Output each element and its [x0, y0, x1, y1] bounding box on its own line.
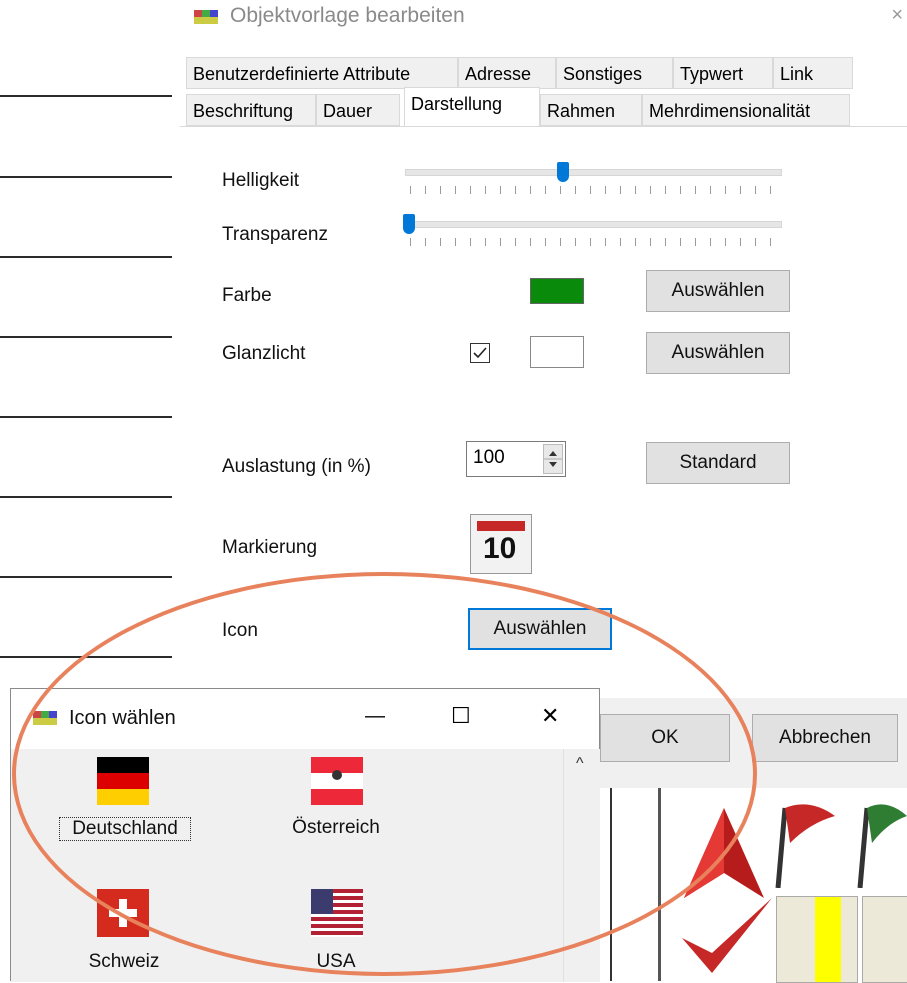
list-item-deutschland[interactable]: Deutschland: [59, 757, 191, 843]
flag-germany-icon: [97, 757, 149, 805]
calendar-day: 10: [483, 532, 517, 565]
list-row-divider: [0, 176, 172, 178]
helligkeit-label: Helligkeit: [222, 170, 300, 191]
list-item-label: Schweiz: [88, 951, 160, 972]
list-item-usa[interactable]: USA: [271, 889, 401, 975]
glanzlicht-select-button[interactable]: Auswählen: [646, 332, 790, 374]
auslastung-label: Auslastung (in %): [222, 456, 371, 477]
markierung-label: Markierung: [222, 537, 318, 558]
glanzlicht-checkbox[interactable]: [470, 343, 490, 363]
yellow-bar-icon: [776, 896, 858, 983]
icon-chooser-title: Icon wählen: [69, 707, 176, 729]
list-item-oesterreich[interactable]: Österreich: [271, 757, 401, 843]
tab-benutzerdefinierte-attribute[interactable]: Benutzerdefinierte Attribute: [186, 57, 458, 89]
list-item-label: Österreich: [292, 817, 380, 838]
app-icon: [194, 8, 220, 26]
area-divider: [658, 788, 661, 981]
list-row-divider: [0, 416, 172, 418]
tab-adresse[interactable]: Adresse: [458, 57, 556, 89]
list-row-divider: [0, 95, 172, 97]
auslastung-value[interactable]: 100: [473, 447, 505, 469]
tab-beschriftung[interactable]: Beschriftung: [186, 94, 316, 126]
flag-switzerland-icon: [97, 889, 149, 937]
maximize-button[interactable]: ☐: [451, 703, 471, 729]
dialog-title: Objektvorlage bearbeiten: [230, 4, 465, 27]
beige-bar-icon: [862, 896, 907, 983]
tab-typwert[interactable]: Typwert: [673, 57, 773, 89]
flag-usa-icon: [311, 889, 363, 937]
icon-select-button[interactable]: Auswählen: [468, 608, 612, 650]
icon-chooser-window: Icon wählen — ☐ ✕ Deutschland Österreich…: [10, 688, 600, 982]
list-row-divider: [0, 336, 172, 338]
icon-chooser-titlebar: Icon wählen — ☐ ✕: [11, 689, 599, 749]
list-row-divider: [0, 656, 172, 658]
helligkeit-slider-ticks: [410, 186, 782, 194]
tab-darstellung[interactable]: Darstellung: [404, 87, 540, 127]
tab-link[interactable]: Link: [773, 57, 853, 89]
flag-austria-icon: [311, 757, 363, 805]
transparenz-slider-thumb[interactable]: [403, 214, 415, 234]
helligkeit-slider-track[interactable]: [405, 169, 782, 176]
list-row-divider: [0, 576, 172, 578]
icon-preview-area: [600, 788, 907, 983]
transparenz-slider-ticks: [410, 238, 782, 246]
icon-list: Deutschland Österreich Schweiz USA: [11, 749, 563, 982]
glanzlicht-label: Glanzlicht: [222, 343, 306, 364]
list-item-label: Deutschland: [59, 817, 191, 841]
spin-arrows-icon[interactable]: [544, 445, 562, 473]
spin-buttons[interactable]: [543, 444, 563, 474]
dialog-close-button[interactable]: ×: [891, 4, 903, 27]
checkmark-icon: [473, 347, 487, 359]
auslastung-spinbox[interactable]: 100: [466, 441, 566, 477]
helligkeit-slider-thumb[interactable]: [556, 162, 569, 182]
scroll-up-icon[interactable]: ^: [576, 755, 584, 773]
farbe-color-swatch[interactable]: [530, 278, 584, 304]
calendar-icon[interactable]: 10: [470, 514, 532, 574]
transparenz-label: Transparenz: [222, 224, 328, 245]
area-divider: [610, 788, 612, 981]
tab-rahmen[interactable]: Rahmen: [540, 94, 642, 126]
icon-label: Icon: [222, 620, 258, 641]
close-button[interactable]: ✕: [541, 703, 559, 729]
red-checkmark-icon: [682, 898, 772, 973]
dialog-titlebar: Objektvorlage bearbeiten ×: [172, 0, 907, 36]
tab-mehrdimensionalitaet[interactable]: Mehrdimensionalität: [642, 94, 850, 126]
glanzlicht-color-swatch[interactable]: [530, 336, 584, 368]
standard-button[interactable]: Standard: [646, 442, 790, 484]
transparenz-slider-track[interactable]: [405, 221, 782, 228]
icon-list-scrollbar[interactable]: ^: [563, 749, 600, 982]
calendar-header: [477, 521, 525, 531]
tab-sonstiges[interactable]: Sonstiges: [556, 57, 673, 89]
red-flag-icon: [775, 804, 835, 888]
app-icon: [33, 709, 57, 732]
list-item-label: USA: [316, 951, 356, 972]
minimize-button[interactable]: —: [365, 705, 385, 728]
cancel-button[interactable]: Abbrechen: [752, 714, 898, 762]
ok-button[interactable]: OK: [600, 714, 730, 762]
farbe-select-button[interactable]: Auswählen: [646, 270, 790, 312]
list-row-divider: [0, 256, 172, 258]
list-row-divider: [0, 496, 172, 498]
farbe-label: Farbe: [222, 285, 272, 306]
list-item-schweiz[interactable]: Schweiz: [59, 889, 189, 975]
green-flag-icon: [857, 804, 907, 888]
red-arrow-icon: [684, 808, 764, 898]
tab-dauer[interactable]: Dauer: [316, 94, 400, 126]
